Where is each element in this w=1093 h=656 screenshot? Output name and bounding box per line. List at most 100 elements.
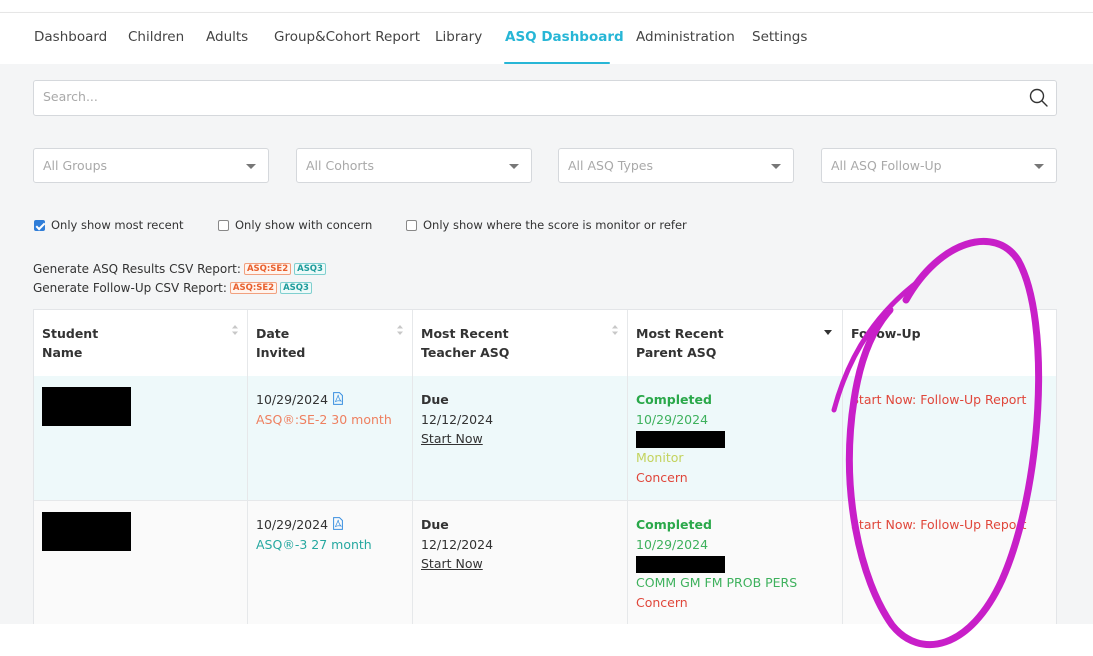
header-follow-up: Follow-Up	[843, 310, 1056, 376]
header-text: Follow-Up	[851, 326, 921, 341]
asq-followup-select[interactable]: All ASQ Follow-Up	[821, 148, 1057, 183]
parent-asq-cell: Completed 10/29/2024 COMM GM FM PROB PER…	[628, 501, 843, 624]
checkbox-checked-icon[interactable]	[34, 219, 45, 231]
sort-descending-icon[interactable]	[824, 330, 832, 335]
pdf-icon[interactable]	[333, 517, 343, 530]
header-text: Student	[42, 326, 99, 341]
invited-date: 10/29/2024	[256, 392, 329, 407]
teacher-asq-cell: Due 12/12/2024 Start Now	[413, 501, 628, 624]
nav-library[interactable]: Library	[435, 29, 482, 45]
follow-up-cell: Start Now: Follow-Up Report	[843, 501, 1056, 624]
main-content: All Groups All Cohorts All ASQ Types All…	[0, 64, 1093, 624]
header-text: Invited	[256, 345, 306, 360]
parent-status: Completed	[636, 517, 712, 532]
header-text: Teacher ASQ	[421, 345, 510, 360]
checkbox-label: Only show with concern	[235, 218, 373, 232]
nav-asq-dashboard[interactable]: ASQ Dashboard	[505, 29, 624, 45]
sort-icon[interactable]	[231, 324, 239, 336]
nav-administration[interactable]: Administration	[636, 29, 735, 45]
date-invited-cell: 10/29/2024 ASQ®:SE-2 30 month	[248, 376, 413, 500]
asq-results-table: Student Name Date Invited Most Recent Teach…	[33, 309, 1057, 624]
header-student-name[interactable]: Student Name	[34, 310, 248, 376]
search-icon[interactable]	[1028, 87, 1050, 109]
followup-asq-se2-badge[interactable]: ASQ:SE2	[229, 282, 278, 294]
groups-select[interactable]: All Groups	[33, 148, 269, 183]
parent-date: 10/29/2024	[636, 411, 709, 427]
table-row: 10/29/2024 ASQ®:SE-2 30 month Due 12/12/…	[34, 376, 1056, 500]
followup-asq3-badge[interactable]: ASQ3	[280, 282, 312, 294]
asq-type: ASQ®-3 27 month	[256, 536, 372, 552]
main-nav: Dashboard Children Adults Group&Cohort R…	[0, 12, 1093, 64]
nav-group-cohort-report[interactable]: Group&Cohort Report	[274, 29, 420, 45]
results-report-label: Generate ASQ Results CSV Report:	[33, 262, 241, 276]
teacher-date: 12/12/2024	[421, 411, 494, 427]
nav-children[interactable]: Children	[128, 29, 184, 45]
monitor-or-refer-checkbox[interactable]: Only show where the score is monitor or …	[406, 218, 687, 232]
header-date-invited[interactable]: Date Invited	[248, 310, 413, 376]
invited-date: 10/29/2024	[256, 517, 329, 532]
top-strip	[0, 0, 1093, 12]
start-now-link[interactable]: Start Now	[421, 556, 483, 571]
followup-csv-report: Generate Follow-Up CSV Report: ASQ:SE2 A…	[33, 281, 312, 295]
header-text: Most Recent	[636, 326, 724, 341]
only-with-concern-checkbox[interactable]: Only show with concern	[218, 218, 372, 232]
chevron-down-icon	[246, 164, 256, 169]
nav-dashboard[interactable]: Dashboard	[34, 29, 107, 45]
chevron-down-icon	[1034, 164, 1044, 169]
pdf-icon[interactable]	[333, 392, 343, 405]
date-invited-cell: 10/29/2024 ASQ®-3 27 month	[248, 501, 413, 624]
search-bar	[33, 80, 1057, 116]
asq-type: ASQ®:SE-2 30 month	[256, 411, 392, 427]
chevron-down-icon	[771, 164, 781, 169]
followup-report-label: Generate Follow-Up CSV Report:	[33, 281, 227, 295]
header-text: Parent ASQ	[636, 345, 717, 360]
checkbox-label: Only show most recent	[51, 218, 184, 232]
redacted-parent-name	[636, 431, 725, 448]
checkbox-unchecked-icon[interactable]	[406, 219, 417, 231]
checkbox-unchecked-icon[interactable]	[218, 219, 229, 231]
header-text: Most Recent	[421, 326, 509, 341]
teacher-status: Due	[421, 517, 449, 532]
parent-date: 10/29/2024	[636, 536, 709, 552]
teacher-asq-cell: Due 12/12/2024 Start Now	[413, 376, 628, 500]
cohorts-select-value: All Cohorts	[306, 158, 374, 173]
asq-followup-select-value: All ASQ Follow-Up	[831, 158, 942, 173]
header-text: Date	[256, 326, 290, 341]
redacted-student-name	[42, 512, 131, 551]
asq-types-select-value: All ASQ Types	[568, 158, 653, 173]
results-csv-report: Generate ASQ Results CSV Report: ASQ:SE2…	[33, 262, 326, 276]
teacher-date: 12/12/2024	[421, 536, 494, 552]
table-row: 10/29/2024 ASQ®-3 27 month Due 12/12/202…	[34, 500, 1056, 624]
header-teacher-asq[interactable]: Most Recent Teacher ASQ	[413, 310, 628, 376]
follow-up-report-link[interactable]: Start Now: Follow-Up Report	[851, 392, 1026, 407]
score-status: COMM GM FM PROB PERS	[636, 575, 798, 590]
nav-adults[interactable]: Adults	[206, 29, 248, 45]
start-now-link[interactable]: Start Now	[421, 431, 483, 446]
checkbox-label: Only show where the score is monitor or …	[423, 218, 687, 232]
concern-label: Concern	[636, 594, 688, 610]
redacted-student-name	[42, 387, 131, 426]
parent-status: Completed	[636, 392, 712, 407]
sort-icon[interactable]	[611, 324, 619, 336]
student-name-cell	[34, 376, 248, 500]
parent-asq-cell: Completed 10/29/2024 Monitor Concern	[628, 376, 843, 500]
score-status: Monitor	[636, 450, 684, 465]
chevron-down-icon	[509, 164, 519, 169]
redacted-parent-name	[636, 556, 725, 573]
concern-label: Concern	[636, 469, 688, 485]
search-input[interactable]	[43, 89, 1003, 104]
follow-up-cell: Start Now: Follow-Up Report	[843, 376, 1056, 500]
header-text: Name	[42, 345, 83, 360]
follow-up-report-link[interactable]: Start Now: Follow-Up Report	[851, 517, 1026, 532]
results-asq-se2-badge[interactable]: ASQ:SE2	[243, 263, 292, 275]
student-name-cell	[34, 501, 248, 624]
header-parent-asq[interactable]: Most Recent Parent ASQ	[628, 310, 843, 376]
cohorts-select[interactable]: All Cohorts	[296, 148, 532, 183]
asq-types-select[interactable]: All ASQ Types	[558, 148, 794, 183]
sort-icon[interactable]	[396, 324, 404, 336]
teacher-status: Due	[421, 392, 449, 407]
groups-select-value: All Groups	[43, 158, 108, 173]
results-asq3-badge[interactable]: ASQ3	[294, 263, 326, 275]
nav-settings[interactable]: Settings	[752, 29, 807, 45]
only-most-recent-checkbox[interactable]: Only show most recent	[34, 218, 184, 232]
